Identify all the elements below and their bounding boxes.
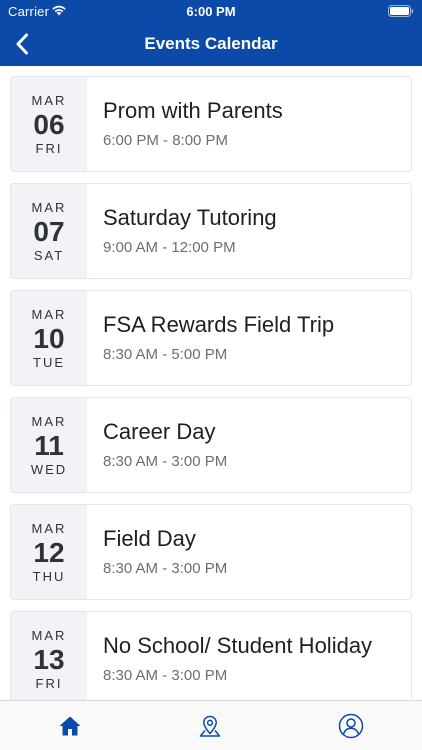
- event-title: Career Day: [103, 419, 216, 444]
- event-title: FSA Rewards Field Trip: [103, 312, 335, 337]
- event-card[interactable]: MAR 10 TUE FSA Rewards Field Trip 8:30 A…: [10, 290, 412, 386]
- event-day: 13: [33, 644, 65, 675]
- event-month: MAR: [31, 200, 67, 215]
- event-date: MAR 13 FRI: [11, 612, 87, 700]
- event-weekday: WED: [30, 462, 68, 477]
- tab-home[interactable]: [57, 713, 83, 739]
- map-pin-icon: [199, 715, 221, 737]
- event-date: MAR 10 TUE: [11, 291, 87, 385]
- battery-icon: [388, 5, 414, 17]
- event-time: 8:30 AM - 3:00 PM: [103, 667, 228, 684]
- event-day: 06: [33, 109, 65, 140]
- home-icon: [59, 716, 81, 736]
- tab-bar: [0, 700, 422, 750]
- event-card[interactable]: MAR 06 FRI Prom with Parents 6:00 PM - 8…: [10, 76, 412, 172]
- event-list[interactable]: MAR 06 FRI Prom with Parents 6:00 PM - 8…: [0, 66, 422, 700]
- event-weekday: FRI: [35, 676, 63, 691]
- event-title: Prom with Parents: [103, 98, 283, 123]
- status-bar: Carrier 6:00 PM: [0, 0, 422, 22]
- event-time: 8:30 AM - 3:00 PM: [103, 560, 228, 577]
- event-day: 07: [33, 216, 65, 247]
- event-date: MAR 07 SAT: [11, 184, 87, 278]
- event-day: 10: [33, 323, 65, 354]
- event-time: 6:00 PM - 8:00 PM: [103, 132, 229, 149]
- event-card[interactable]: MAR 13 FRI No School/ Student Holiday 8:…: [10, 611, 412, 700]
- event-card[interactable]: MAR 07 SAT Saturday Tutoring 9:00 AM - 1…: [10, 183, 412, 279]
- tab-map[interactable]: [197, 713, 223, 739]
- event-weekday: SAT: [33, 248, 65, 263]
- navigation-bar: Events Calendar: [0, 22, 422, 66]
- event-time: 9:00 AM - 12:00 PM: [103, 239, 236, 256]
- event-month: MAR: [31, 414, 67, 429]
- tab-profile[interactable]: [338, 713, 364, 739]
- event-day: 12: [33, 537, 65, 568]
- event-time: 8:30 AM - 3:00 PM: [103, 453, 228, 470]
- event-weekday: FRI: [35, 141, 63, 156]
- event-card[interactable]: MAR 11 WED Career Day 8:30 AM - 3:00 PM: [10, 397, 412, 493]
- event-time: 8:30 AM - 5:00 PM: [103, 346, 228, 363]
- status-time: 6:00 PM: [186, 4, 236, 19]
- event-month: MAR: [31, 307, 67, 322]
- event-month: MAR: [31, 521, 67, 536]
- event-month: MAR: [31, 628, 67, 643]
- event-month: MAR: [31, 93, 67, 108]
- event-title: No School/ Student Holiday: [103, 633, 373, 658]
- event-date: MAR 12 THU: [11, 505, 87, 599]
- event-weekday: THU: [32, 569, 66, 584]
- page-title: Events Calendar: [144, 34, 278, 53]
- event-date: MAR 06 FRI: [11, 77, 87, 171]
- event-title: Saturday Tutoring: [103, 205, 277, 230]
- event-day: 11: [34, 430, 64, 461]
- profile-icon: [338, 713, 364, 739]
- event-date: MAR 11 WED: [11, 398, 87, 492]
- event-title: Field Day: [103, 526, 196, 551]
- app-header: Carrier 6:00 PM Events Calendar: [0, 0, 422, 66]
- event-card[interactable]: MAR 12 THU Field Day 8:30 AM - 3:00 PM: [10, 504, 412, 600]
- event-weekday: TUE: [33, 355, 65, 370]
